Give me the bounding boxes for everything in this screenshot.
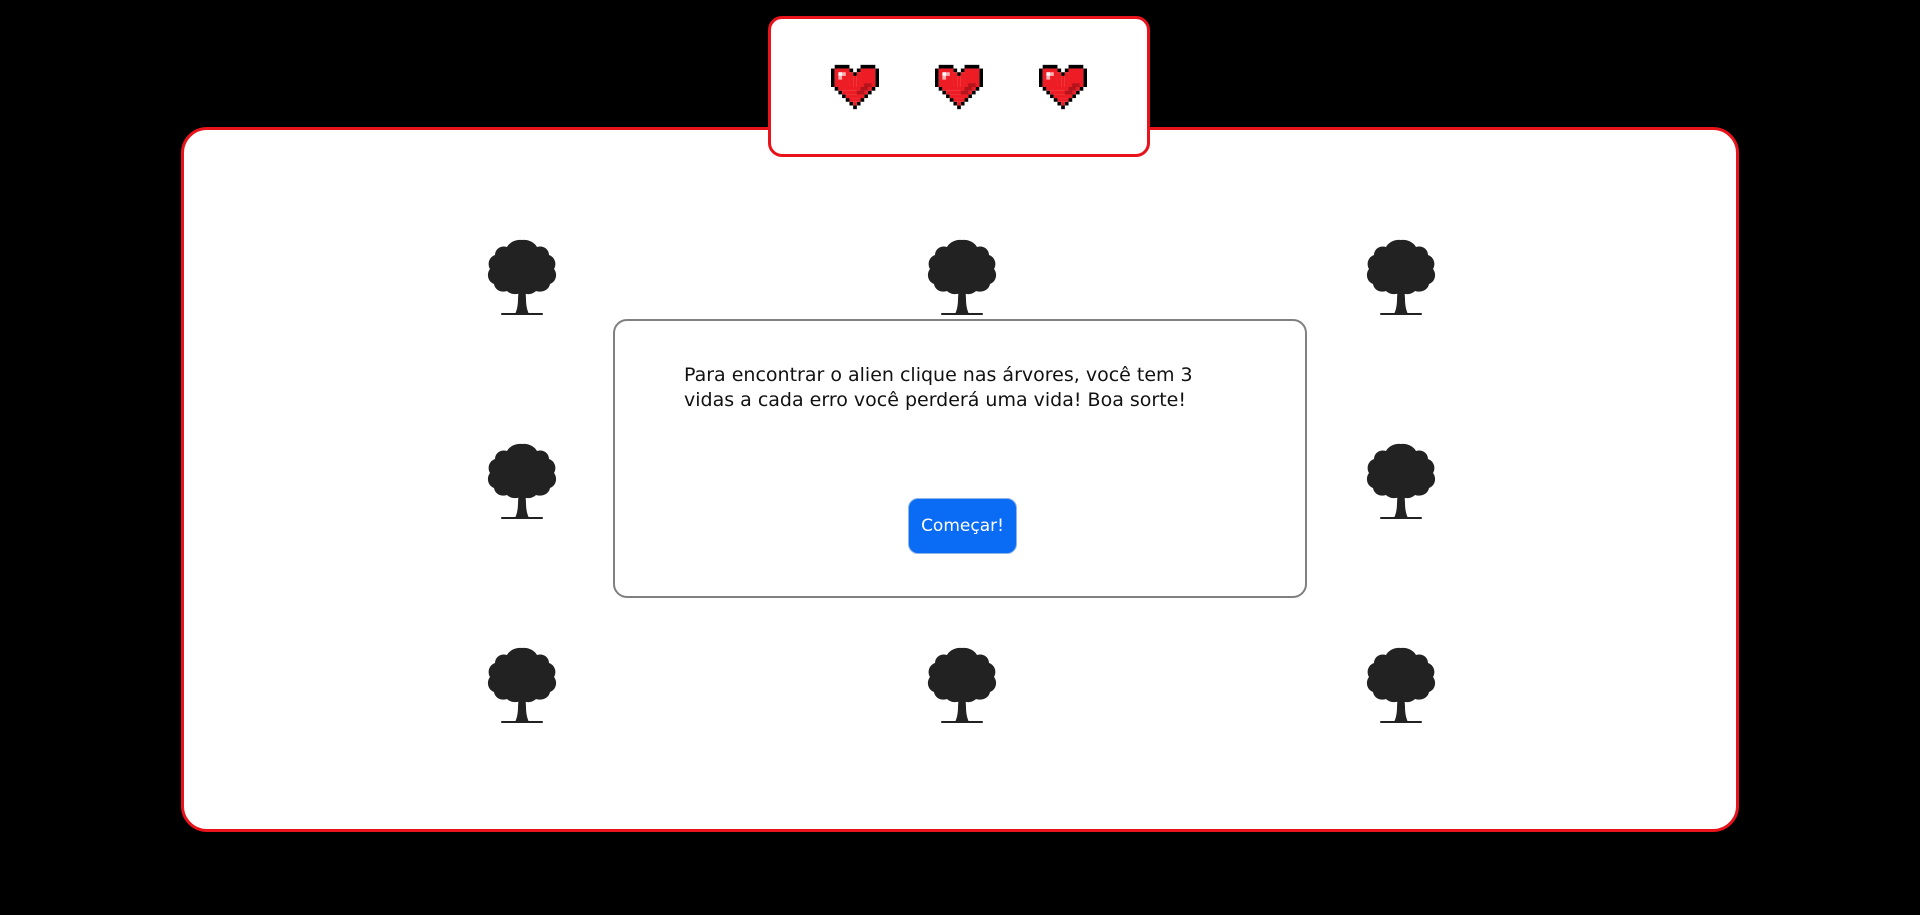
instructions-text: Para encontrar o alien clique nas árvore… — [684, 364, 1193, 411]
tree-icon[interactable] — [925, 237, 999, 317]
heart-icon — [831, 63, 879, 111]
tree-icon[interactable] — [1364, 441, 1438, 521]
instructions-modal: Para encontrar o alien clique nas árvore… — [613, 319, 1307, 598]
tree-icon[interactable] — [925, 645, 999, 725]
tree-icon[interactable] — [485, 237, 559, 317]
tree-icon[interactable] — [1364, 645, 1438, 725]
heart-icon — [935, 63, 983, 111]
heart-icon — [1039, 63, 1087, 111]
start-button[interactable]: Começar! — [908, 498, 1017, 554]
tree-icon[interactable] — [1364, 237, 1438, 317]
tree-icon[interactable] — [485, 441, 559, 521]
lives-panel — [768, 16, 1150, 157]
tree-icon[interactable] — [485, 645, 559, 725]
